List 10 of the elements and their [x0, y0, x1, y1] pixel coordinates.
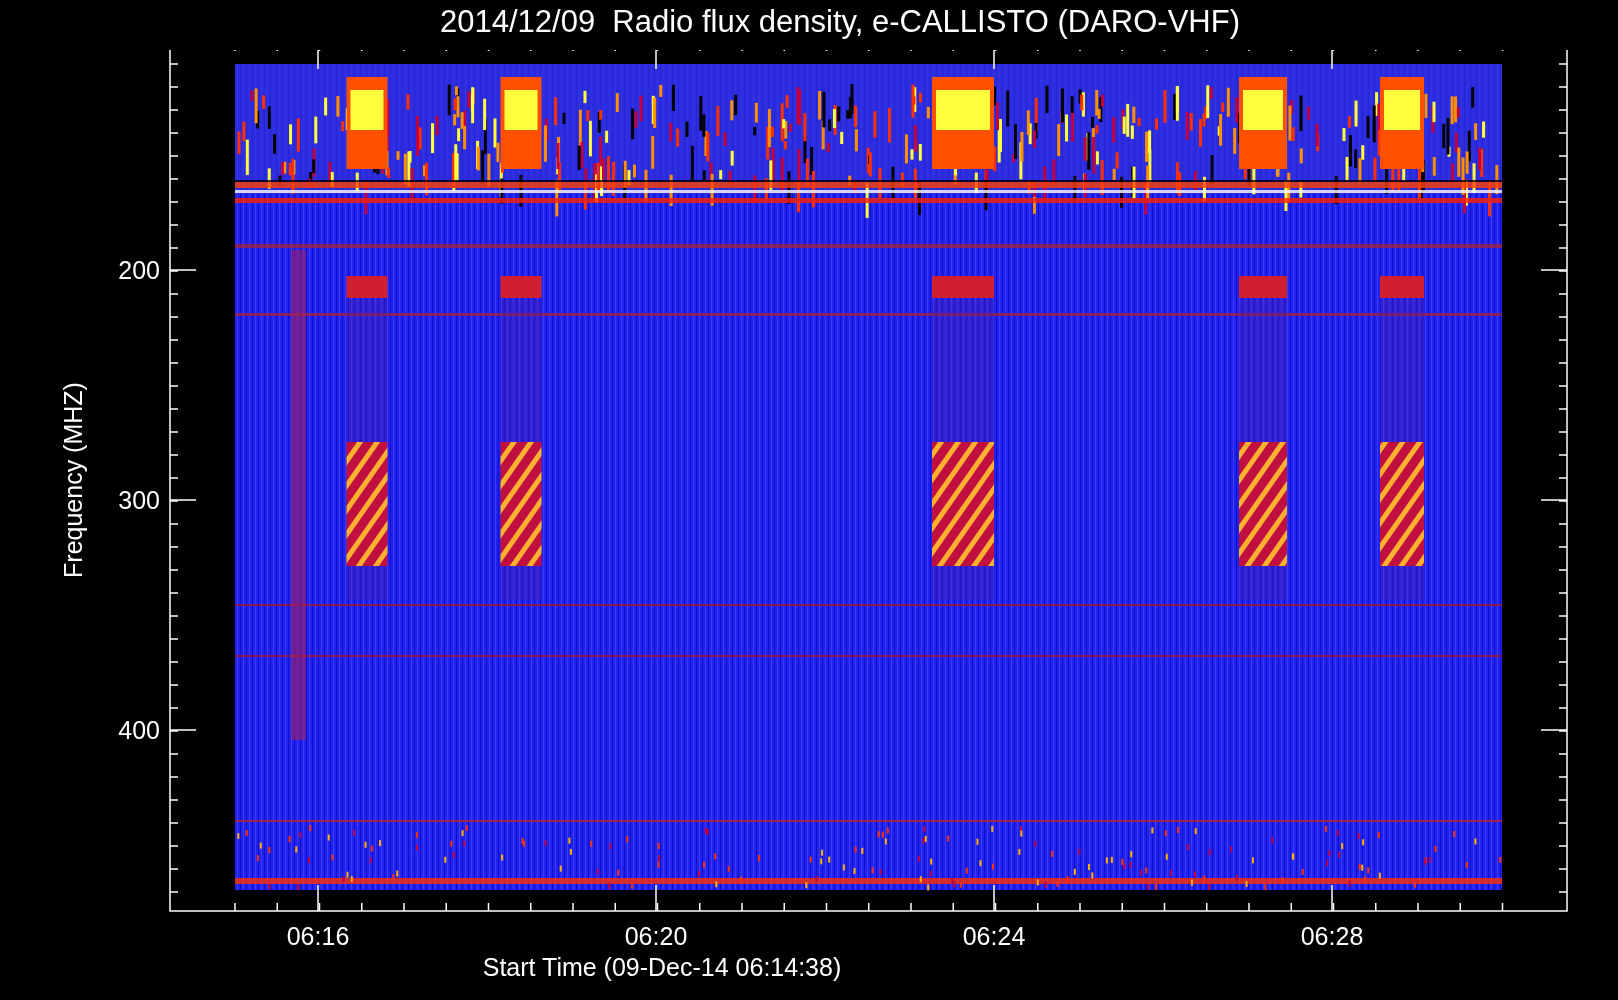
y-tick-label: 400 [118, 716, 160, 744]
x-axis-label: Start Time (09-Dec-14 06:14:38) [482, 953, 842, 981]
x-tick-label: 06:24 [962, 922, 1026, 950]
x-tick-label: 06:20 [624, 922, 688, 950]
plot-title: 2014/12/09 Radio flux density, e-CALLISTO (DARO-VHF) [439, 3, 1241, 41]
x-tick-label: 06:16 [286, 922, 350, 950]
y-axis-label: Frequency (MHZ) [59, 382, 87, 578]
x-tick-label: 06:28 [1300, 922, 1364, 950]
y-tick-label: 200 [118, 256, 160, 284]
y-tick-label: 300 [118, 486, 160, 514]
